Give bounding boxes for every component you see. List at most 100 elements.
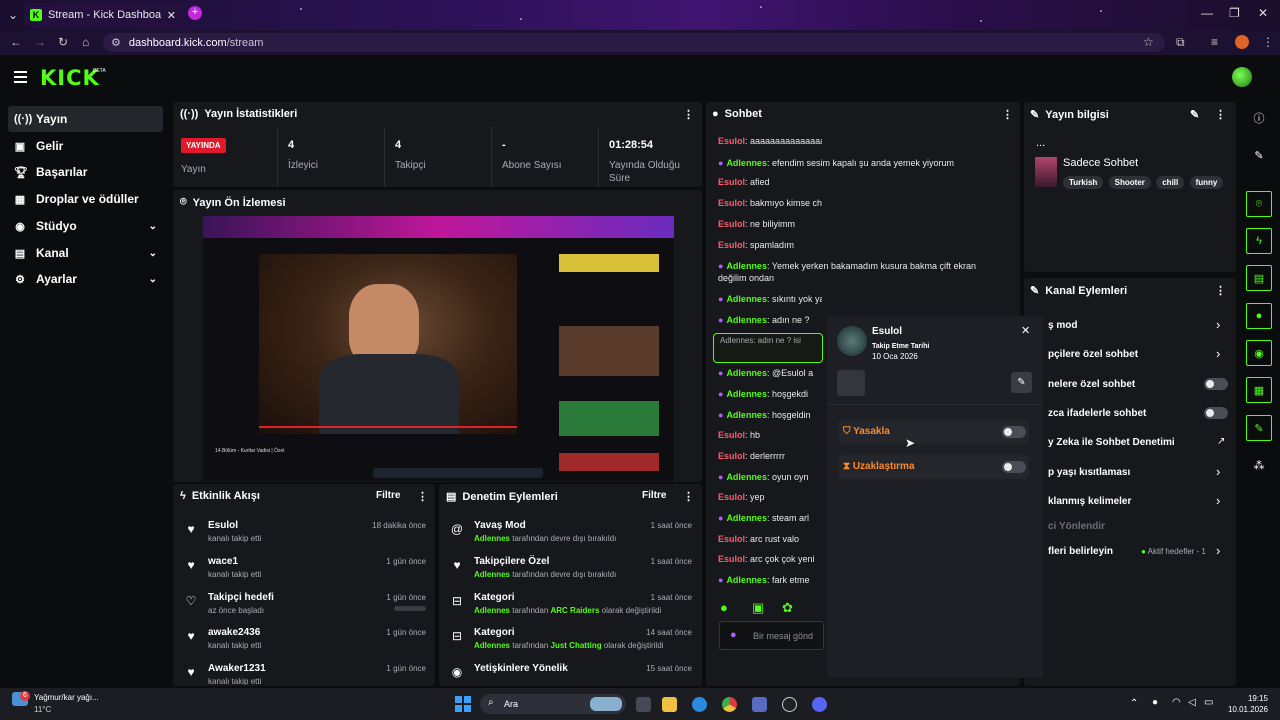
lightning-icon[interactable]: ϟ <box>1246 228 1272 254</box>
browser-tab[interactable]: K Stream - Kick Dashboard ✕ <box>24 3 182 27</box>
extensions-icon[interactable]: ⧉ <box>1176 35 1185 50</box>
chat-message[interactable]: ● Adlennes: steam arl <box>718 513 822 523</box>
chat-username[interactable]: Adlennes <box>726 472 767 482</box>
chat-message[interactable]: ● Adlennes: adın ne ? <box>718 315 822 325</box>
new-tab-button[interactable]: + <box>188 6 202 20</box>
chat-username[interactable]: Esulol <box>718 219 745 229</box>
kick-logo[interactable]: KICK <box>40 66 100 90</box>
layout-icon[interactable]: ▦ <box>1246 377 1272 403</box>
browser-menu-icon[interactable]: ⋮ <box>1262 35 1274 49</box>
reload-icon[interactable]: ↻ <box>58 35 68 49</box>
tag-chip[interactable]: Shooter <box>1108 176 1151 189</box>
url-field[interactable]: ⚙ dashboard.kick.com/stream <box>103 33 1165 52</box>
chat-message[interactable]: ● Adlennes: efendim sesim kapalı şu anda … <box>718 157 998 169</box>
ban-toggle[interactable] <box>1002 426 1026 438</box>
chat-message[interactable]: Esulol: hb <box>718 430 822 440</box>
tag-chip[interactable]: funny <box>1189 176 1224 189</box>
channel-action-row[interactable]: p yaşı kısıtlaması <box>1048 467 1130 478</box>
file-explorer-icon[interactable] <box>662 697 677 712</box>
timeout-row[interactable]: ⧗ Uzaklaştırma <box>839 455 1029 479</box>
chat-username[interactable]: Esulol <box>718 240 745 250</box>
wifi-icon[interactable]: ◠ <box>1172 697 1181 708</box>
hamburger-menu-icon[interactable] <box>14 71 27 86</box>
sidebar-item-ayarlar[interactable]: ⚙ Ayarlar ⌄ <box>8 266 163 292</box>
edge-icon[interactable] <box>692 697 707 712</box>
more-options-icon[interactable]: ⋮ <box>1215 108 1226 121</box>
more-options-icon[interactable]: ⋮ <box>1215 284 1226 297</box>
close-window-button[interactable]: ✕ <box>1258 6 1268 20</box>
emote-only-toggle[interactable] <box>1204 407 1228 419</box>
reading-list-icon[interactable]: ≡ <box>1211 35 1218 49</box>
broadcast-icon[interactable]: ◉ <box>1246 340 1272 366</box>
sidebar-item-yayin[interactable]: ((·)) Yayın <box>8 106 163 132</box>
channel-action-row[interactable]: klanmış kelimeler <box>1048 496 1131 507</box>
user-avatar[interactable] <box>1232 67 1252 87</box>
chat-username[interactable]: Adlennes <box>726 389 767 399</box>
chat-message[interactable]: ● Adlennes: hoşgekdi <box>718 389 822 399</box>
more-options-icon[interactable]: ⋮ <box>683 108 694 121</box>
chat-message[interactable]: ● Adlennes: sıkıntı yok ya <box>718 294 822 304</box>
mic-action-button[interactable]: ✎ <box>1011 372 1032 393</box>
pencil-icon[interactable]: ✎ <box>1246 142 1272 168</box>
chat-message[interactable]: Esulol: arc rust valo <box>718 534 822 544</box>
more-options-icon[interactable]: ⋮ <box>683 490 694 503</box>
battery-icon[interactable]: ▭ <box>1204 697 1213 708</box>
taskbar-search-input[interactable]: ⌕ Ara <box>480 694 626 714</box>
chat-message[interactable]: Esulol: spamladım <box>718 240 822 250</box>
volume-icon[interactable]: ◁ <box>1188 697 1196 708</box>
sidebar-item-kanal[interactable]: ▤ Kanal ⌄ <box>8 240 163 266</box>
chat-message[interactable]: ● Adlennes: Yemek yerken bakamadım kusura… <box>718 260 998 284</box>
timeout-toggle[interactable] <box>1002 461 1026 473</box>
chat-username[interactable]: Esulol <box>718 177 745 187</box>
obs-icon[interactable] <box>782 697 797 712</box>
channel-action-row[interactable]: pçilere özel sohbet <box>1048 349 1138 360</box>
maximize-button[interactable]: ❐ <box>1229 6 1240 20</box>
wrench-icon[interactable]: ✎ <box>1246 415 1272 441</box>
sidebar-item-gelir[interactable]: ▣ Gelir <box>8 133 163 159</box>
site-info-icon[interactable]: ⚙ <box>111 36 121 49</box>
moderation-filter-button[interactable]: Filtre <box>642 490 666 501</box>
task-view-icon[interactable] <box>636 697 651 712</box>
chat-username[interactable]: Esulol <box>718 492 745 502</box>
tray-chevron-icon[interactable]: ⌃ <box>1130 698 1138 709</box>
more-options-icon[interactable]: ⋮ <box>1002 108 1013 121</box>
chat-message[interactable]: Esulol: ne biliyimm <box>718 219 822 229</box>
chat-username[interactable]: Esulol <box>718 534 745 544</box>
profile-avatar[interactable] <box>1235 35 1249 49</box>
more-options-icon[interactable]: ⋮ <box>417 490 428 503</box>
edit-icon[interactable]: ✎ <box>1190 108 1199 121</box>
chat-username[interactable]: Adlennes <box>726 575 767 585</box>
stream-preview-video[interactable]: 14.Bölüm - Kurtlar Vadisi | Özet <box>203 216 674 481</box>
chat-username[interactable]: Esulol <box>718 430 745 440</box>
tag-chip[interactable]: Turkish <box>1063 176 1104 189</box>
bookmark-star-icon[interactable]: ☆ <box>1143 35 1154 49</box>
chat-message[interactable]: Esulol: bakmıyo kimse chate <box>718 198 822 208</box>
channel-action-row[interactable]: y Zeka ile Sohbet Denetimi <box>1048 437 1175 448</box>
add-widget-icon[interactable]: ⁂ <box>1246 452 1272 478</box>
chat-username[interactable]: Adlennes <box>726 410 767 420</box>
channel-action-row[interactable]: ş mod <box>1048 320 1077 331</box>
chat-message[interactable]: ● Adlennes: hoşgeldin <box>718 410 822 420</box>
sidebar-item-droplar[interactable]: ▦ Droplar ve ödüller <box>8 186 163 212</box>
chat-username[interactable]: Adlennes <box>726 294 767 304</box>
close-tab-icon[interactable]: ✕ <box>167 9 176 22</box>
tag-chip[interactable]: chill <box>1156 176 1185 189</box>
chat-username[interactable]: Esulol <box>718 198 745 208</box>
activity-filter-button[interactable]: Filtre <box>376 490 400 501</box>
chrome-icon[interactable] <box>722 697 737 712</box>
discord-icon[interactable] <box>812 697 827 712</box>
tab-list-icon[interactable]: ⌄ <box>8 8 18 22</box>
home-icon[interactable]: ⌂ <box>82 35 89 49</box>
chat-message[interactable]: Esulol: derlerrrrr <box>718 451 822 461</box>
windows-start-icon[interactable] <box>455 696 471 712</box>
weather-title[interactable]: Yağmur/kar yağı... <box>34 693 99 702</box>
channel-action-row[interactable]: fleri belirleyin <box>1048 546 1113 557</box>
chat-bubble-icon[interactable]: ● <box>1246 303 1272 329</box>
chat-username[interactable]: Adlennes <box>726 513 767 523</box>
chat-username[interactable]: Esulol <box>718 451 745 461</box>
subscribers-only-toggle[interactable] <box>1204 378 1228 390</box>
sidebar-item-studyo[interactable]: ◉ Stüdyo ⌄ <box>8 213 163 239</box>
chat-message[interactable]: ● Adlennes: @Esulol a <box>718 368 822 378</box>
chat-input[interactable]: ● Bir mesaj gönd <box>719 621 824 650</box>
chat-username[interactable]: Esulol <box>718 136 745 146</box>
